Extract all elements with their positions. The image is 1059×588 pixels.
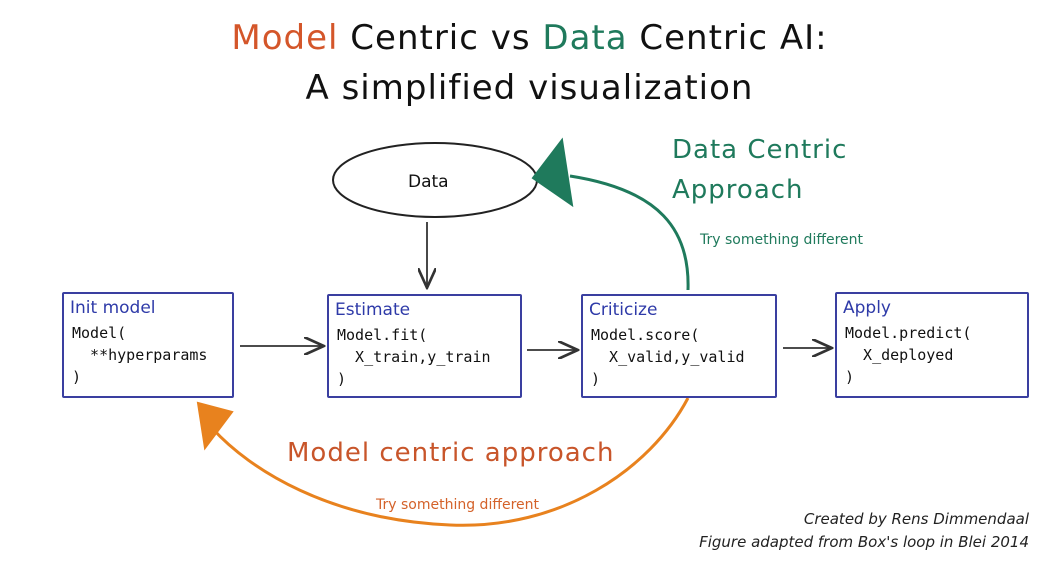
- criticize-box: Criticize Model.score( X_valid,y_valid ): [581, 294, 777, 398]
- data-centric-label-line-2: Approach: [672, 175, 804, 205]
- credit-source: Figure adapted from Box's loop in Blei 2…: [699, 533, 1029, 551]
- criticize-title: Criticize: [589, 300, 658, 320]
- init-model-code-line-1: Model(: [72, 324, 127, 342]
- estimate-title: Estimate: [335, 300, 411, 320]
- model-centric-sub-label: Try something different: [376, 497, 540, 513]
- estimate-code-line-3: ): [337, 370, 347, 388]
- data-centric-arrowhead: [531, 137, 574, 208]
- estimate-code-line-2: X_train,y_train: [337, 348, 491, 366]
- estimate-box: Estimate Model.fit( X_train,y_train ): [327, 294, 522, 398]
- credit-author: Created by Rens Dimmendaal: [803, 510, 1029, 528]
- apply-code-line-3: ): [845, 368, 855, 386]
- criticize-code-line-2: X_valid,y_valid: [591, 348, 745, 366]
- init-model-code-line-3: ): [72, 368, 82, 386]
- data-centric-label-line-1: Data Centric: [672, 135, 848, 165]
- model-centric-label: Model centric approach: [287, 438, 615, 468]
- init-model-code-line-2: **hyperparams: [72, 346, 208, 364]
- data-centric-loop-arrow: [569, 174, 690, 291]
- init-model-box: Init model Model( **hyperparams ): [62, 292, 234, 398]
- init-model-title: Init model: [70, 298, 156, 318]
- apply-code-line-2: X_deployed: [845, 346, 954, 364]
- criticize-code-line-1: Model.score(: [591, 326, 700, 344]
- apply-code-line-1: Model.predict(: [845, 324, 972, 342]
- apply-title: Apply: [843, 298, 891, 318]
- data-node-label: Data: [408, 172, 449, 192]
- estimate-code-line-1: Model.fit(: [337, 326, 428, 344]
- data-centric-sub-label: Try something different: [700, 232, 864, 248]
- criticize-code-line-3: ): [591, 370, 601, 388]
- apply-box: Apply Model.predict( X_deployed ): [835, 292, 1029, 398]
